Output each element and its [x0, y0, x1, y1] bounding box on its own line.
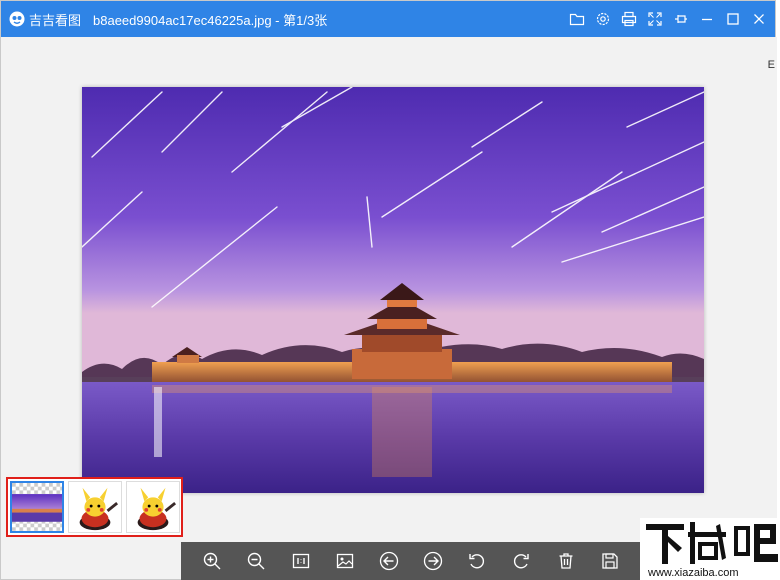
zoom-out-icon[interactable] — [243, 548, 269, 574]
fit-image-icon[interactable] — [332, 548, 358, 574]
file-title: b8aeed9904ac17ec46225a.jpg - 第1/3张 — [93, 12, 328, 28]
rotate-right-icon[interactable] — [508, 548, 534, 574]
settings-icon[interactable] — [595, 11, 611, 27]
main-photo — [82, 87, 704, 493]
watermark-url: www.xiazaiba.com — [647, 567, 738, 579]
edge-text: E — [767, 59, 775, 71]
delete-icon[interactable] — [553, 548, 579, 574]
thumb-pikachu-1[interactable] — [68, 481, 122, 533]
maximize-icon[interactable] — [725, 11, 741, 27]
actual-size-icon[interactable] — [288, 548, 314, 574]
app-logo-icon — [9, 11, 25, 27]
thumb-pikachu-2[interactable] — [126, 481, 180, 533]
close-icon[interactable] — [751, 11, 767, 27]
zoom-in-icon[interactable] — [199, 548, 225, 574]
save-icon[interactable] — [597, 548, 623, 574]
print-icon[interactable] — [621, 11, 637, 27]
image-canvas[interactable] — [1, 37, 777, 542]
app-name: 吉吉看图 — [29, 12, 82, 28]
site-watermark: www.xiazaiba.com — [640, 518, 780, 580]
thumb-palace-night[interactable] — [10, 481, 64, 533]
titlebar-controls — [569, 1, 767, 37]
prev-icon[interactable] — [376, 548, 402, 574]
thumbnail-strip — [6, 477, 183, 537]
next-icon[interactable] — [420, 548, 446, 574]
folder-icon[interactable] — [569, 11, 585, 27]
titlebar: 吉吉看图 b8aeed9904ac17ec46225a.jpg - 第1/3张 — [1, 1, 775, 37]
fullscreen-icon[interactable] — [647, 11, 663, 27]
viewer-window: 吉吉看图 b8aeed9904ac17ec46225a.jpg - 第1/3张 — [0, 0, 777, 580]
minimize-icon[interactable] — [699, 11, 715, 27]
pin-icon[interactable] — [673, 11, 689, 27]
rotate-left-icon[interactable] — [464, 548, 490, 574]
bottom-toolbar — [181, 542, 641, 580]
